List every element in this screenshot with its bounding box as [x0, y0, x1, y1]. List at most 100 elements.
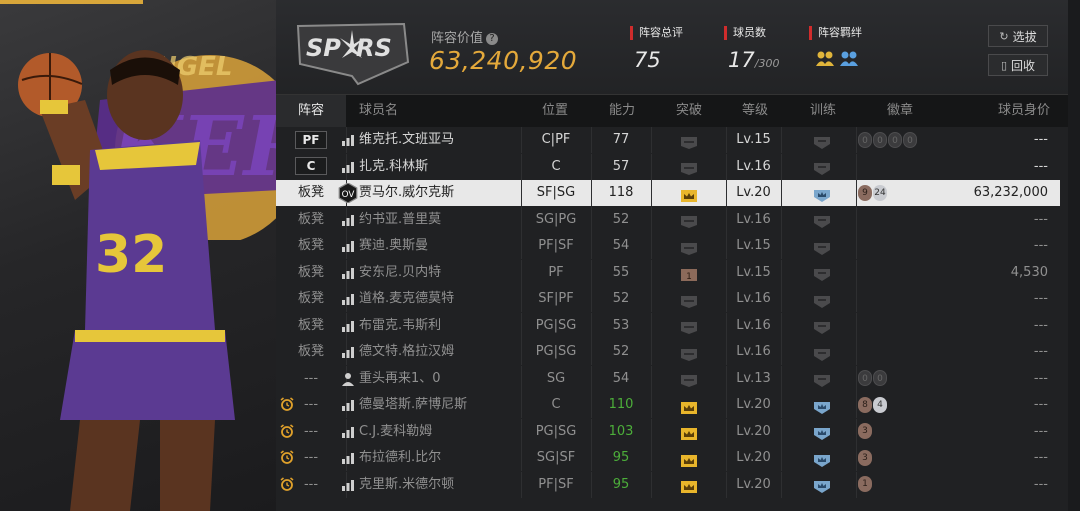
lineup-slot[interactable]: 板凳: [276, 339, 346, 365]
player-name-cell[interactable]: 重头再来1、0: [342, 366, 529, 392]
table-row[interactable]: PF 维克托.文班亚马 C|PF 77 Lv.15 0 0 0 0 ---: [276, 127, 1060, 153]
player-level: Lv.20: [736, 397, 771, 412]
player-name-cell[interactable]: 约书亚.普里莫: [342, 207, 529, 233]
lineup-slot[interactable]: 板凳: [276, 233, 346, 259]
scrollbar[interactable]: [1068, 0, 1080, 511]
lineup-slot[interactable]: ---: [276, 445, 346, 471]
training-icon[interactable]: [781, 260, 863, 286]
breakthrough-icon[interactable]: [651, 180, 726, 206]
breakthrough-icon[interactable]: [651, 445, 726, 471]
training-icon[interactable]: [781, 313, 863, 339]
table-row[interactable]: 板凳 安东尼.贝内特 PF 55 1 Lv.15 4,530: [276, 259, 1060, 286]
lineup-slot[interactable]: ---: [276, 419, 346, 445]
stat-team-bond: 阵容羁绊: [809, 26, 862, 68]
help-icon[interactable]: ?: [486, 32, 499, 45]
table-row[interactable]: --- 重头再来1、0 SG 54 Lv.13 0 0 ---: [276, 365, 1060, 392]
training-icon[interactable]: [781, 419, 863, 445]
training-icon[interactable]: [781, 392, 863, 418]
table-row[interactable]: 板凳 布雷克.韦斯利 PG|SG 53 Lv.16 ---: [276, 312, 1060, 339]
breakthrough-icon[interactable]: [651, 233, 726, 259]
col-position[interactable]: 位置: [542, 95, 568, 127]
breakthrough-icon[interactable]: 1: [651, 260, 726, 286]
col-name[interactable]: 球员名: [359, 95, 398, 127]
player-name-cell[interactable]: 扎克.科林斯: [342, 154, 529, 180]
player-name-cell[interactable]: 德文特.格拉汉姆: [342, 339, 529, 365]
player-level: Lv.16: [736, 291, 771, 306]
player-name: 扎克.科林斯: [359, 158, 429, 174]
player-name-cell[interactable]: 克里斯.米德尔顿: [342, 472, 529, 498]
select-button[interactable]: ↻ 选拔: [988, 25, 1048, 47]
player-price: ---: [1033, 476, 1048, 492]
training-icon[interactable]: [781, 127, 863, 153]
col-training[interactable]: 训练: [810, 95, 836, 127]
lineup-slot[interactable]: ---: [276, 366, 346, 392]
lineup-slot[interactable]: 板凳: [276, 207, 346, 233]
breakthrough-icon[interactable]: [651, 339, 726, 365]
player-name-cell[interactable]: 布雷克.韦斯利: [342, 313, 529, 339]
player-level: Lv.16: [736, 158, 771, 174]
lineup-slot[interactable]: ---: [276, 472, 346, 498]
recycle-button[interactable]: ▯ 回收: [988, 54, 1048, 76]
col-level[interactable]: 等级: [742, 95, 768, 127]
lineup-slot[interactable]: 板凳: [276, 286, 346, 312]
player-name-cell[interactable]: 道格.麦克德莫特: [342, 286, 529, 312]
training-icon[interactable]: [781, 339, 863, 365]
bond-gold-icon[interactable]: [815, 50, 835, 68]
col-ability[interactable]: 能力: [609, 95, 635, 127]
table-row[interactable]: --- 德曼塔斯.萨博尼斯 C 110 Lv.20 8 4 ---: [276, 392, 1060, 418]
training-icon[interactable]: [781, 445, 863, 471]
training-icon[interactable]: [781, 472, 863, 498]
breakthrough-icon[interactable]: [651, 392, 726, 418]
breakthrough-icon[interactable]: [651, 154, 726, 180]
player-name-cell[interactable]: 安东尼.贝内特: [342, 260, 529, 286]
table-row[interactable]: 板凳 德文特.格拉汉姆 PG|SG 52 Lv.16 ---: [276, 339, 1060, 365]
col-role[interactable]: 阵容: [276, 95, 346, 127]
refresh-icon: ↻: [999, 29, 1009, 43]
breakthrough-icon[interactable]: [651, 127, 726, 153]
training-icon[interactable]: [781, 286, 863, 312]
table-row[interactable]: 板凳 赛迪.奥斯曼 PF|SF 54 Lv.15 ---: [276, 233, 1060, 259]
col-breakthrough[interactable]: 突破: [676, 95, 702, 127]
player-name-cell[interactable]: C.J.麦科勒姆: [342, 419, 529, 445]
lineup-slot[interactable]: ---: [276, 392, 346, 418]
lineup-slot[interactable]: C: [276, 154, 346, 180]
training-icon[interactable]: [781, 207, 863, 233]
player-name-cell[interactable]: 维克托.文班亚马: [342, 127, 529, 153]
col-price[interactable]: 球员身价: [998, 95, 1050, 127]
table-row[interactable]: 板凳 道格.麦克德莫特 SF|PF 52 Lv.16 ---: [276, 286, 1060, 312]
table-row[interactable]: --- C.J.麦科勒姆 PG|SG 103 Lv.20 3 ---: [276, 418, 1060, 445]
lineup-slot[interactable]: 板凳: [276, 260, 346, 286]
training-icon[interactable]: [781, 154, 863, 180]
player-position: PF: [548, 264, 564, 280]
breakthrough-icon[interactable]: [651, 366, 726, 392]
player-figure: 32: [18, 50, 235, 511]
player-name-cell[interactable]: OV 贾马尔.威尔克斯: [338, 180, 529, 206]
breakthrough-icon[interactable]: [651, 313, 726, 339]
table-row[interactable]: 板凳 OV 贾马尔.威尔克斯 SF|SG 118 Lv.20 9 24 63,232,000: [276, 180, 1060, 206]
player-name-cell[interactable]: 布拉德利.比尔: [342, 445, 529, 471]
breakthrough-icon[interactable]: [651, 419, 726, 445]
bond-blue-icon[interactable]: [839, 50, 859, 68]
training-icon[interactable]: [781, 180, 863, 206]
table-row[interactable]: --- 布拉德利.比尔 SG|SF 95 Lv.20 3 ---: [276, 445, 1060, 471]
lineup-slot[interactable]: 板凳: [276, 313, 346, 339]
lineup-slot[interactable]: PF: [276, 127, 346, 153]
player-ability: 110: [608, 397, 634, 412]
col-badges[interactable]: 徽章: [887, 95, 913, 127]
table-row[interactable]: C 扎克.科林斯 C 57 Lv.16 ---: [276, 153, 1060, 180]
breakthrough-icon[interactable]: [651, 286, 726, 312]
training-icon[interactable]: [781, 366, 863, 392]
lineup-slot[interactable]: 板凳: [276, 180, 346, 206]
player-name: 德文特.格拉汉姆: [359, 344, 455, 359]
badge-icon: 3: [858, 423, 872, 439]
table-row[interactable]: 板凳 约书亚.普里莫 SG|PG 52 Lv.16 ---: [276, 206, 1060, 233]
training-icon[interactable]: [781, 233, 863, 259]
player-ability: 95: [612, 450, 630, 465]
player-ability: 52: [612, 211, 630, 227]
table-row[interactable]: --- 克里斯.米德尔顿 PF|SF 95 Lv.20 1 ---: [276, 471, 1060, 498]
breakthrough-icon[interactable]: [651, 472, 726, 498]
player-name-cell[interactable]: 德曼塔斯.萨博尼斯: [342, 392, 529, 418]
player-name-cell[interactable]: 赛迪.奥斯曼: [342, 233, 529, 259]
player-name: 维克托.文班亚马: [359, 132, 455, 147]
breakthrough-icon[interactable]: [651, 207, 726, 233]
